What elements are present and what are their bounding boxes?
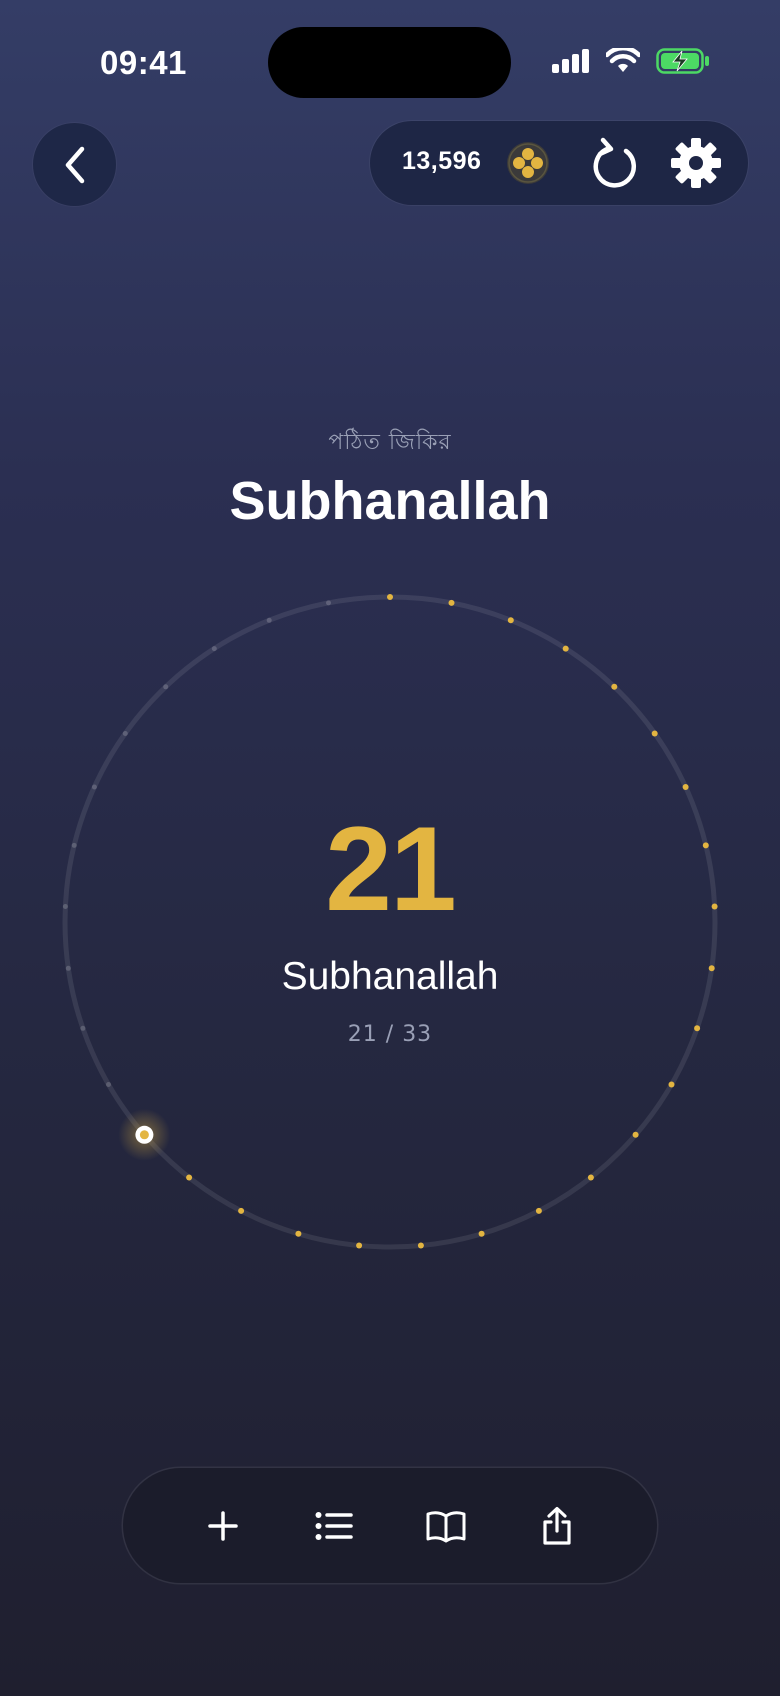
reset-icon <box>593 137 637 188</box>
dhikr-subtitle: পঠিত জিকির <box>328 430 452 455</box>
status-bar: 09:41 <box>0 0 780 130</box>
bead-dot <box>632 1131 639 1138</box>
bead-dot <box>356 1242 363 1249</box>
back-button[interactable] <box>33 123 116 206</box>
status-time: 09:41 <box>100 44 187 81</box>
plus-icon <box>208 1510 238 1541</box>
bead-dot <box>448 599 455 606</box>
bead-dot <box>91 784 97 790</box>
gear-icon <box>671 138 721 188</box>
bead-dot <box>668 1081 675 1088</box>
bead-dot <box>122 731 128 736</box>
bead-dot <box>651 730 658 737</box>
book-button[interactable] <box>416 1496 476 1556</box>
add-button[interactable] <box>193 1496 253 1556</box>
current-bead-core <box>139 1130 149 1140</box>
bead-dot <box>682 784 689 790</box>
bead-dot <box>507 617 514 624</box>
battery-icon <box>656 48 709 74</box>
bead-glow <box>118 1108 171 1161</box>
list-button[interactable] <box>304 1496 364 1556</box>
bead-dot <box>387 594 393 600</box>
coin-icon <box>507 142 549 184</box>
count-value: 21 <box>325 802 456 936</box>
bead-dot <box>186 1174 193 1181</box>
bead-dot <box>106 1082 111 1087</box>
share-button[interactable] <box>527 1496 587 1556</box>
bead-dot <box>326 600 331 606</box>
count-label: Subhanallah <box>281 955 499 998</box>
book-icon <box>426 1510 466 1542</box>
list-icon <box>315 1511 353 1540</box>
reset-button[interactable] <box>587 135 643 191</box>
coin-count: 13,596 <box>402 147 482 175</box>
bead-dot <box>163 684 169 690</box>
count-progress: 21 / 33 <box>347 1022 433 1047</box>
status-icons <box>552 48 710 74</box>
top-actions: 13,596 <box>370 121 748 205</box>
wifi-icon <box>606 48 640 72</box>
bead-dot <box>295 1230 302 1237</box>
chevron-left-icon <box>65 146 84 183</box>
bead-dot <box>211 646 217 652</box>
bead-dot <box>141 1131 148 1138</box>
dynamic-island <box>268 27 511 98</box>
bead-dot <box>587 1174 594 1181</box>
bead-dot <box>266 617 272 623</box>
bead-dot <box>535 1207 542 1214</box>
share-icon <box>543 1506 571 1545</box>
bead-dot <box>417 1242 424 1249</box>
dhikr-title: Subhanallah <box>229 471 551 531</box>
bead-dot <box>238 1207 245 1214</box>
bottom-toolbar <box>123 1468 657 1583</box>
settings-button[interactable] <box>668 135 724 191</box>
bead-dot <box>611 683 618 690</box>
signal-icon <box>552 49 589 73</box>
bead-dot <box>478 1230 485 1237</box>
bead-dot <box>562 645 569 652</box>
current-bead-marker <box>135 1125 154 1144</box>
